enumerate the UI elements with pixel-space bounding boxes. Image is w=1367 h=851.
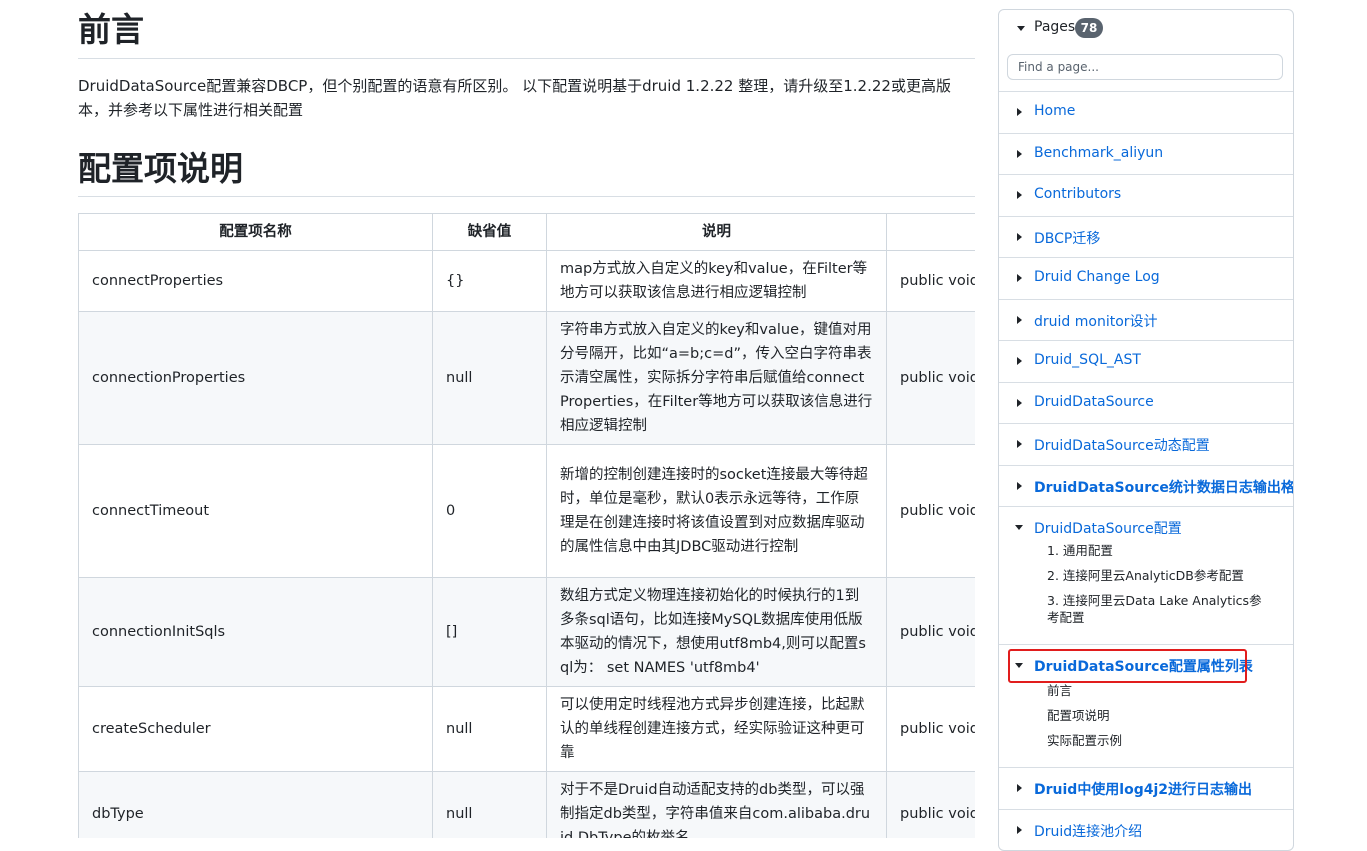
sidebar-item-config-property-list[interactable]: DruidDataSource配置属性列表 前言 配置项说明 实际配置示例 [999,644,1293,767]
sidebar-subitem[interactable]: 实际配置示例 [1047,732,1267,749]
config-description: 数组方式定义物理连接初始化的时候执行的1到多条sql语句，比如连接MySQL数据… [546,577,887,687]
sidebar-item-label[interactable]: DruidDataSource [1034,394,1154,410]
sidebar-item-home[interactable]: Home [999,91,1293,133]
chevron-right-icon[interactable] [1017,274,1022,282]
config-setter: public void [886,311,975,445]
sidebar-item-label[interactable]: Contributors [1034,186,1121,202]
sidebar-subitem[interactable]: 2. 连接阿里云AnalyticDB参考配置 [1047,567,1267,584]
sidebar-item-label[interactable]: Druid中使用log4j2进行日志输出 [1034,779,1252,799]
sidebar-item-label[interactable]: DruidDataSource配置 [1034,518,1182,538]
heading-config: 配置项说明 [78,149,243,188]
sidebar-item-label[interactable]: DruidDataSource动态配置 [1034,435,1210,455]
sidebar-item-druid-monitor[interactable]: druid monitor设计 [999,298,1293,341]
sidebar-item-label[interactable]: Benchmark_aliyun [1034,145,1163,161]
sidebar-item-druid-sql-ast[interactable]: Druid_SQL_AST [999,340,1293,382]
table-row: connectProperties {} map方式放入自定义的key和valu… [78,250,975,312]
config-name: connectionProperties [78,311,433,445]
sidebar-item-dynamic-config[interactable]: DruidDataSource动态配置 [999,423,1293,465]
sidebar-item-label[interactable]: Home [1034,103,1075,119]
chevron-right-icon[interactable] [1017,191,1022,199]
config-description: 对于不是Druid自动适配支持的db类型，可以强制指定db类型，字符串值来自co… [546,771,887,838]
config-setter: public void com.alibab [886,686,975,772]
sidebar-item-label[interactable]: Druid Change Log [1034,269,1160,285]
chevron-right-icon[interactable] [1017,232,1022,241]
sidebar-subitem[interactable]: 配置项说明 [1047,707,1267,724]
sidebar-item-label[interactable]: druid monitor设计 [1034,311,1158,331]
config-setter: public void [886,771,975,838]
config-description: 字符串方式放入自定义的key和value，键值对用分号隔开，比如“a=b;c=d… [546,311,887,445]
sidebar-item-stat-log-format[interactable]: DruidDataSource统计数据日志输出格式 [999,464,1293,507]
chevron-right-icon[interactable] [1017,784,1022,792]
config-table: 配置项名称 缺省值 说明 connectProperties {} map方式放… [78,213,975,838]
config-setter: public void [886,444,975,578]
config-default: null [432,311,547,445]
sidebar-item-log4j2[interactable]: Druid中使用log4j2进行日志输出 [999,767,1293,809]
config-default: {} [432,250,547,312]
pages-toggle[interactable]: Pages 78 [999,10,1293,44]
config-default: null [432,771,547,838]
sidebar-item-label[interactable]: Druid_SQL_AST [1034,352,1141,368]
pages-sidebar: Pages 78 Home Benchmark_aliyun Contribut… [998,9,1294,851]
column-header [886,213,975,251]
chevron-down-icon [1017,26,1025,31]
pages-count-badge: 78 [1075,18,1103,38]
chevron-right-icon[interactable] [1017,357,1022,365]
config-name: connectTimeout [78,444,433,578]
config-default: 0 [432,444,547,578]
sidebar-item-druid-change-log[interactable]: Druid Change Log [999,257,1293,299]
sidebar-item-datasource-config[interactable]: DruidDataSource配置 1. 通用配置 2. 连接阿里云Analyt… [999,506,1293,644]
sidebar-subitem[interactable]: 1. 通用配置 [1047,542,1267,559]
chevron-right-icon[interactable] [1017,315,1022,324]
table-header-row: 配置项名称 缺省值 说明 [78,213,975,251]
config-setter: public void [886,250,975,312]
find-page-input[interactable] [1007,54,1283,80]
column-header: 说明 [546,213,887,251]
heading-intro: 前言 [78,10,144,49]
sidebar-subitem[interactable]: 3. 连接阿里云Data Lake Analytics参考配置 [1047,592,1267,626]
chevron-right-icon[interactable] [1017,825,1022,834]
config-name: dbType [78,771,433,838]
table-row: connectionProperties null 字符串方式放入自定义的key… [78,311,975,445]
pages-list: Home Benchmark_aliyun Contributors DBCP迁… [999,91,1293,850]
sidebar-item-label[interactable]: DruidDataSource统计数据日志输出格式 [1034,477,1293,497]
config-name: connectProperties [78,250,433,312]
config-description: map方式放入自定义的key和value，在Filter等地方可以获取该信息进行… [546,250,887,312]
chevron-right-icon[interactable] [1017,108,1022,116]
heading-divider [78,58,975,59]
config-description: 新增的控制创建连接时的socket连接最大等待超时，单位是毫秒，默认0表示永远等… [546,444,887,578]
config-name: connectionInitSqls [78,577,433,687]
table-row: createScheduler null 可以使用定时线程池方式异步创建连接，比… [78,686,975,772]
sidebar-item-pool-intro[interactable]: Druid连接池介绍 [999,808,1293,851]
sidebar-item-benchmark-aliyun[interactable]: Benchmark_aliyun [999,132,1293,175]
sidebar-item-dbcp-migration[interactable]: DBCP迁移 [999,215,1293,258]
config-setter: public void [886,577,975,687]
intro-paragraph: DruidDataSource配置兼容DBCP，但个别配置的语意有所区别。 以下… [78,77,951,119]
sidebar-subitem[interactable]: 前言 [1047,682,1267,699]
column-header: 配置项名称 [78,213,433,251]
column-header: 缺省值 [432,213,547,251]
sidebar-item-label[interactable]: DBCP迁移 [1034,228,1100,248]
sidebar-item-contributors[interactable]: Contributors [999,174,1293,216]
pages-label: Pages [1034,19,1076,35]
wiki-content: 前言 DruidDataSource配置兼容DBCP，但个别配置的语意有所区别。… [0,0,975,838]
chevron-right-icon[interactable] [1017,398,1022,407]
highlight-annotation [1008,649,1247,683]
config-default: [] [432,577,547,687]
chevron-down-icon[interactable] [1015,525,1023,530]
table-row: dbType null 对于不是Druid自动适配支持的db类型，可以强制指定d… [78,771,975,838]
table-row: connectionInitSqls [] 数组方式定义物理连接初始化的时候执行… [78,577,975,687]
table-row: connectTimeout 0 新增的控制创建连接时的socket连接最大等待… [78,444,975,578]
heading-divider [78,196,975,197]
sidebar-item-druiddatasource[interactable]: DruidDataSource [999,381,1293,424]
config-name: createScheduler [78,686,433,772]
chevron-right-icon[interactable] [1017,440,1022,448]
chevron-right-icon[interactable] [1017,149,1022,158]
config-description: 可以使用定时线程池方式异步创建连接，比起默认的单线程创建连接方式，经实际验证这种… [546,686,887,772]
chevron-right-icon[interactable] [1017,481,1022,490]
config-default: null [432,686,547,772]
